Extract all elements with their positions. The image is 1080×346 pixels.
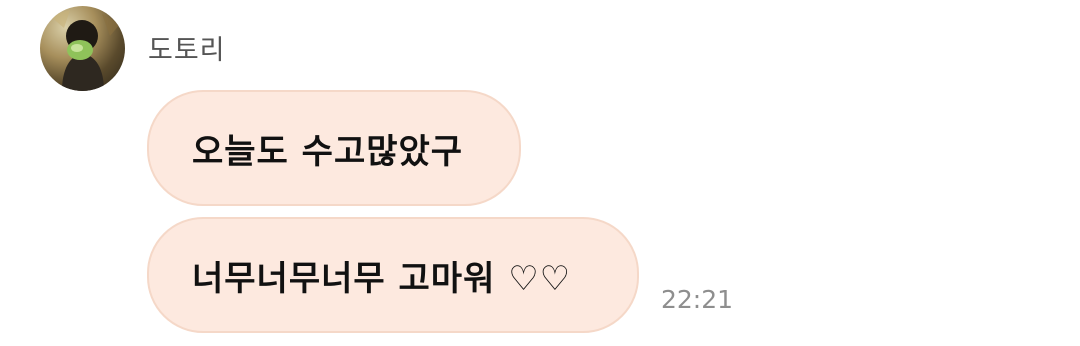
message-bubble[interactable]: 너무너무너무 고마워 ♡♡ [147,217,639,333]
message-timestamp: 22:21 [661,285,734,314]
avatar[interactable] [40,6,125,91]
sender-name: 도토리 [148,35,226,66]
chat-message-group: 도토리 오늘도 수고많았구 너무너무너무 고마워 ♡♡ 22:21 [0,0,1080,346]
profile-photo-icon [50,10,120,91]
message-bubble[interactable]: 오늘도 수고많았구 [147,90,521,206]
message-text: 오늘도 수고많았구 [192,131,464,172]
message-text: 너무너무너무 고마워 ♡♡ [192,258,572,299]
